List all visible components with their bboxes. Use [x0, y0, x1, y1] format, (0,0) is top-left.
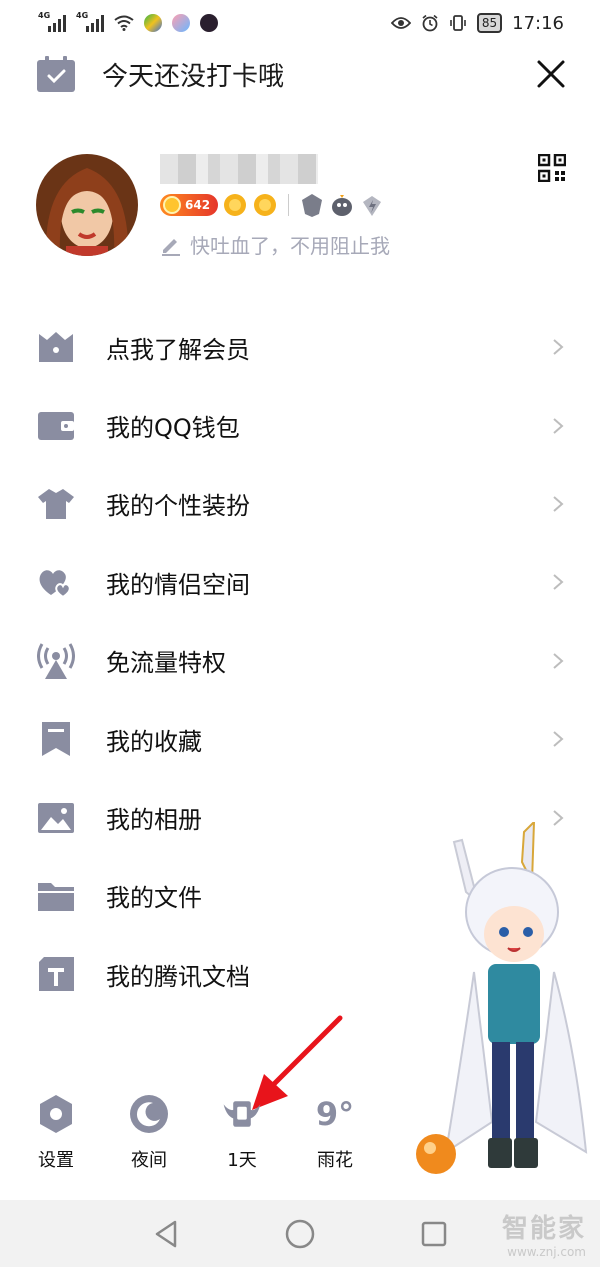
- battery-indicator: 85: [476, 13, 503, 33]
- mascot-character-image: [416, 822, 588, 1174]
- gear-icon: [40, 1095, 72, 1133]
- night-mode-button[interactable]: 夜间: [119, 1094, 179, 1172]
- wallet-icon: [38, 411, 74, 440]
- weather-temperature: 9°: [315, 1095, 355, 1133]
- recents-square-icon[interactable]: [417, 1217, 451, 1251]
- eye-icon: [390, 17, 411, 29]
- image-icon: [38, 802, 74, 833]
- profile-card[interactable]: 642 快吐血了，不用阻止我: [36, 152, 566, 262]
- menu-item-couple-space[interactable]: 我的情侣空间: [0, 543, 600, 621]
- winged-card-icon: [223, 1101, 261, 1127]
- app-notification-icon-2: [172, 14, 190, 32]
- badges-row: 642: [160, 190, 385, 220]
- level-badge[interactable]: 642: [160, 194, 219, 216]
- signal-tower-icon: [37, 642, 75, 679]
- chevron-right-icon: [553, 731, 564, 747]
- checkin-row[interactable]: 今天还没打卡哦: [36, 52, 566, 96]
- back-triangle-icon[interactable]: [149, 1217, 183, 1251]
- vibrate-icon: [450, 15, 466, 31]
- coin-icon: [163, 196, 181, 214]
- alarm-icon: [422, 14, 438, 32]
- bookmark-icon: [42, 722, 70, 757]
- checkin-title: 今天还没打卡哦: [102, 61, 285, 92]
- chevron-right-icon: [553, 496, 564, 512]
- tiktok-icon: [200, 14, 218, 32]
- qr-code-icon[interactable]: [538, 154, 566, 182]
- document-icon: [39, 957, 74, 992]
- chevron-right-icon: [553, 339, 564, 355]
- penguin-badge-icon[interactable]: [329, 192, 355, 218]
- signal-icon: 4G: [38, 11, 66, 32]
- clock: 17:16: [512, 12, 564, 34]
- membership-icon: [39, 332, 73, 363]
- signal-icon-2: 4G: [76, 11, 104, 32]
- avatar[interactable]: [36, 154, 138, 256]
- weather-button[interactable]: 9° 雨花: [305, 1094, 365, 1172]
- shield-badge-icon[interactable]: [299, 192, 325, 218]
- folder-icon: [38, 882, 74, 911]
- menu-item-favorites[interactable]: 我的收藏: [0, 700, 600, 778]
- edit-icon: [162, 238, 180, 256]
- streak-button[interactable]: 1天: [212, 1094, 272, 1172]
- moon-icon: [130, 1095, 168, 1133]
- status-bar: 4G 4G 85 17:16: [0, 0, 600, 46]
- bottom-actions: 设置 夜间 1天 9° 雨花: [0, 1094, 420, 1184]
- menu-item-free-data[interactable]: 免流量特权: [0, 622, 600, 700]
- calendar-check-icon: [37, 56, 75, 92]
- chevron-right-icon: [553, 417, 564, 434]
- menu-item-wallet[interactable]: 我的QQ钱包: [0, 386, 600, 464]
- badge-divider: [288, 194, 290, 216]
- close-icon[interactable]: [536, 59, 566, 89]
- chevron-right-icon: [553, 574, 564, 591]
- chevron-right-icon: [553, 652, 564, 669]
- watermark: 智能家 www.znj.com: [501, 1214, 586, 1259]
- shirt-icon: [38, 488, 74, 519]
- lightning-badge-icon[interactable]: [359, 192, 385, 218]
- sun-badge-icon-2[interactable]: [252, 192, 278, 218]
- hearts-icon: [39, 570, 71, 599]
- settings-button[interactable]: 设置: [26, 1094, 86, 1172]
- app-notification-icon: [144, 14, 162, 32]
- nickname-blurred: [160, 154, 318, 184]
- wifi-icon: [114, 15, 134, 31]
- signature[interactable]: 快吐血了，不用阻止我: [160, 230, 390, 259]
- sun-badge-icon[interactable]: [222, 192, 248, 218]
- menu-item-membership[interactable]: 点我了解会员: [0, 308, 600, 386]
- home-circle-icon[interactable]: [283, 1217, 317, 1251]
- menu-item-personalize[interactable]: 我的个性装扮: [0, 465, 600, 543]
